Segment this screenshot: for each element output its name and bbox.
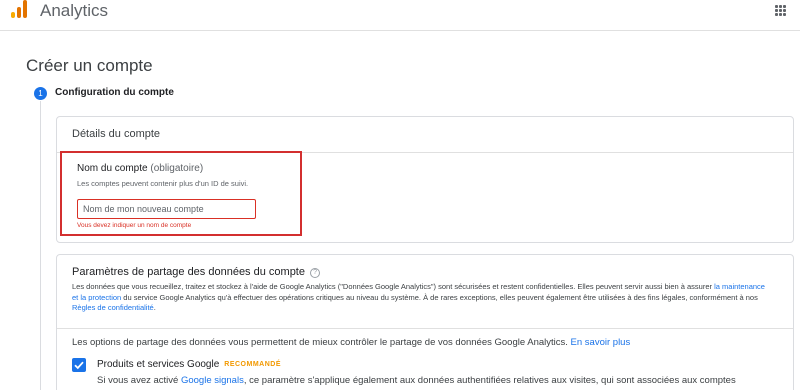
top-bar: Analytics bbox=[0, 0, 800, 31]
account-name-label: Nom du compte (obligatoire) bbox=[77, 163, 203, 174]
data-sharing-title: Paramètres de partage des données du com… bbox=[72, 266, 321, 278]
google-products-description: Si vous avez activé Google signals, ce p… bbox=[97, 375, 787, 386]
google-products-option-title: Produits et services Google RECOMMANDÉ bbox=[97, 359, 281, 370]
account-name-input[interactable] bbox=[77, 199, 256, 219]
account-details-card: Détails du compte Nom du compte (obligat… bbox=[56, 116, 794, 243]
logo-bar-3 bbox=[23, 0, 27, 18]
checkmark-icon bbox=[74, 361, 84, 370]
app-title: Analytics bbox=[40, 1, 109, 20]
logo-bar-2 bbox=[17, 7, 21, 18]
data-sharing-title-text: Paramètres de partage des données du com… bbox=[72, 266, 305, 278]
account-details-title: Détails du compte bbox=[72, 128, 161, 140]
data-sharing-description: Les données que vous recueillez, traitez… bbox=[72, 282, 772, 314]
account-name-label-text: Nom du compte bbox=[77, 163, 148, 174]
google-products-checkbox[interactable] bbox=[72, 358, 86, 372]
learn-more-link[interactable]: En savoir plus bbox=[571, 337, 631, 348]
options-intro: Les options de partage des données vous … bbox=[72, 337, 630, 348]
privacy-policy-link[interactable]: Règles de confidentialité bbox=[72, 303, 154, 312]
option-text-1: Si vous avez activé bbox=[97, 375, 181, 386]
description-text-1: Les données que vous recueillez, traitez… bbox=[72, 282, 715, 291]
step-title: Configuration du compte bbox=[55, 87, 174, 98]
help-circle-icon[interactable]: ? bbox=[310, 268, 321, 278]
stepper-line bbox=[40, 101, 41, 390]
step-number-badge: 1 bbox=[34, 87, 47, 100]
divider bbox=[57, 328, 793, 329]
description-text-2: du service Google Analytics qu'à effectu… bbox=[121, 292, 758, 302]
recommended-badge: RECOMMANDÉ bbox=[224, 361, 282, 368]
account-name-field-group: Nom du compte (obligatoire) Les comptes … bbox=[60, 151, 302, 236]
logo-bar-1 bbox=[11, 12, 15, 18]
analytics-logo-icon[interactable] bbox=[11, 0, 31, 18]
account-details-header: Détails du compte bbox=[57, 117, 793, 153]
options-intro-text: Les options de partage des données vous … bbox=[72, 337, 568, 348]
google-signals-link[interactable]: Google signals bbox=[181, 375, 244, 386]
option-text-2: , ce paramètre s'applique également aux … bbox=[243, 375, 736, 386]
google-products-label: Produits et services Google bbox=[97, 359, 220, 370]
account-name-error: Vous devez indiquer un nom de compte bbox=[77, 222, 192, 229]
data-sharing-card: Paramètres de partage des données du com… bbox=[56, 254, 794, 390]
account-name-help: Les comptes peuvent contenir plus d'un I… bbox=[77, 179, 249, 188]
required-note: (obligatoire) bbox=[150, 163, 204, 174]
page-title: Créer un compte bbox=[26, 56, 153, 75]
apps-grid-icon[interactable] bbox=[775, 5, 786, 16]
description-text-3: . bbox=[153, 303, 156, 312]
